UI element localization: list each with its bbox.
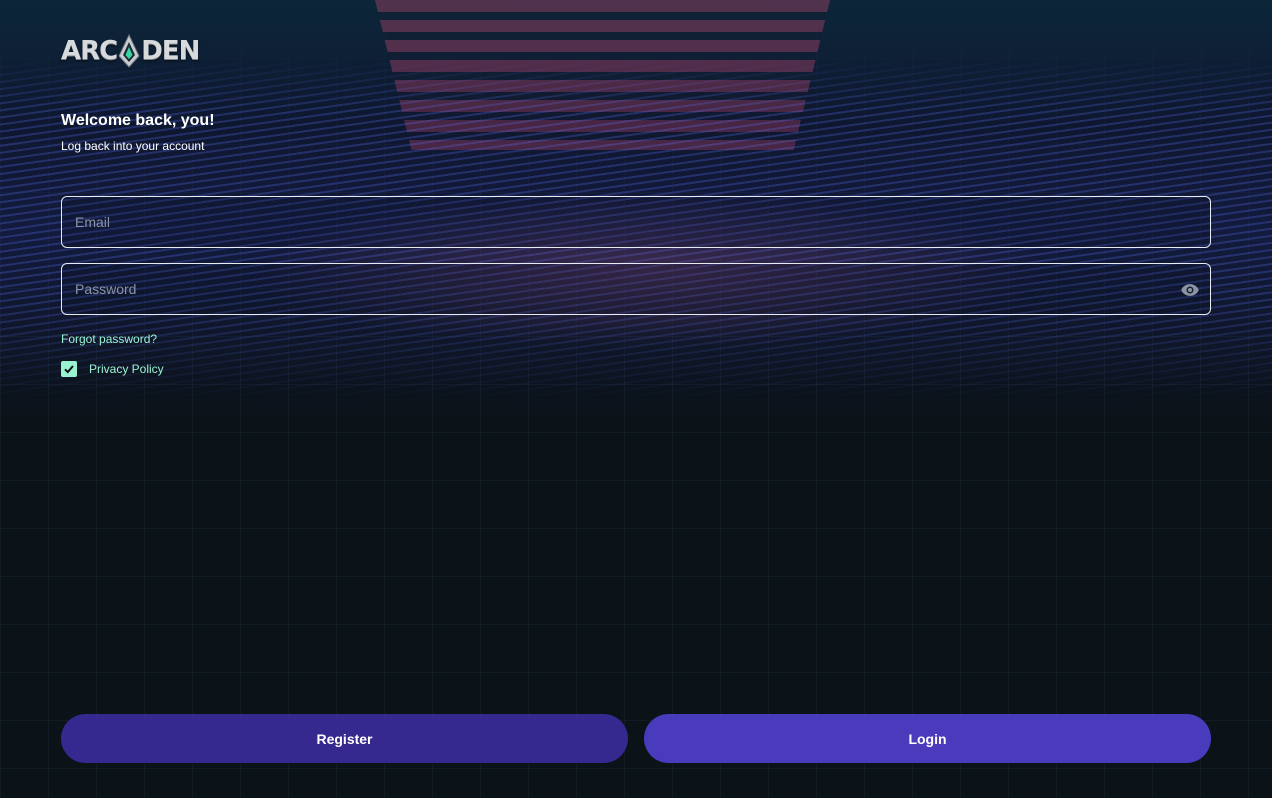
arcaden-gem-icon (118, 33, 140, 68)
checkmark-icon (64, 364, 74, 373)
page-subtitle: Log back into your account (61, 139, 205, 153)
password-field[interactable] (62, 264, 1210, 314)
eye-icon[interactable] (1180, 280, 1200, 300)
logo-text-left: ARC (61, 36, 118, 66)
brand-logo: ARC DEN (61, 33, 200, 69)
email-field[interactable] (62, 197, 1210, 247)
password-field-container (61, 263, 1211, 315)
privacy-policy-checkbox[interactable] (61, 360, 77, 377)
register-button[interactable]: Register (61, 714, 628, 763)
privacy-policy-label[interactable]: Privacy Policy (89, 362, 164, 376)
forgot-password-link[interactable]: Forgot password? (61, 332, 157, 346)
login-button[interactable]: Login (644, 714, 1211, 763)
logo-text-right: DEN (141, 36, 200, 66)
page-title: Welcome back, you! (61, 112, 215, 129)
email-field-container (61, 196, 1211, 248)
privacy-policy-row: Privacy Policy (61, 360, 164, 377)
